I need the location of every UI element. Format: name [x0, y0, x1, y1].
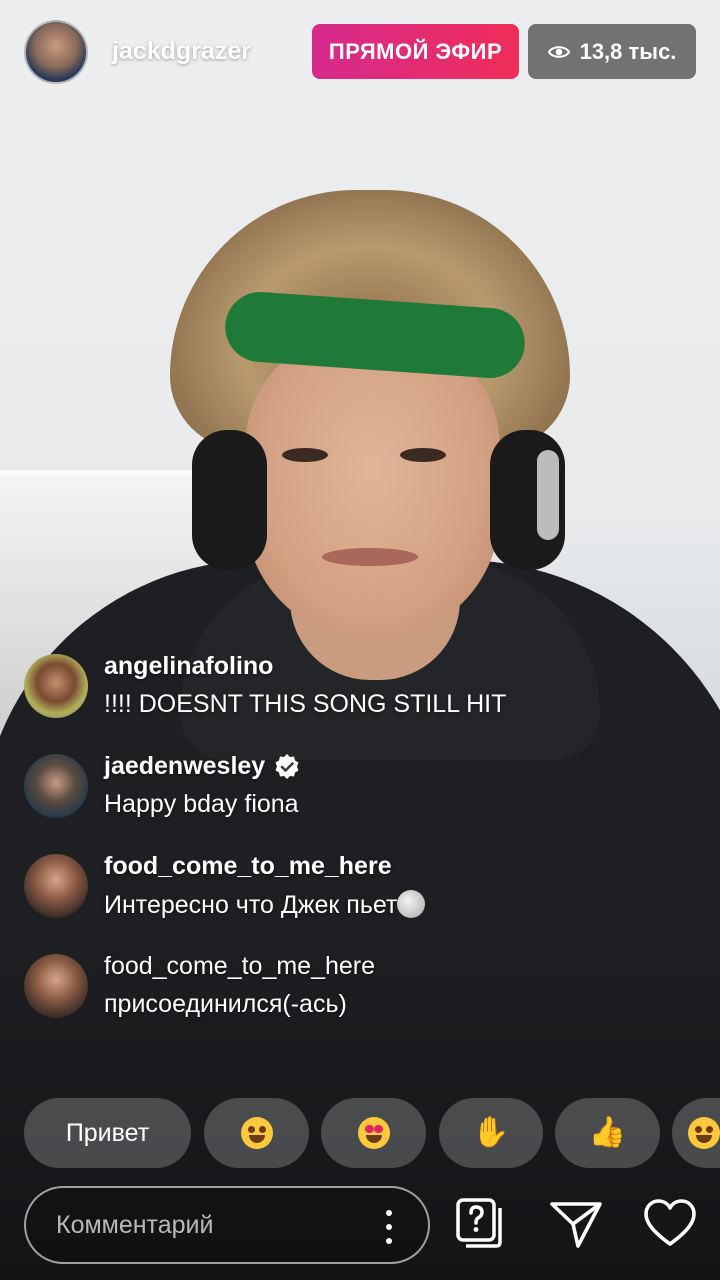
comment-item: angelinafolino !!!! DOESNT THIS SONG STI…: [24, 652, 696, 752]
quick-reply-text[interactable]: Привет: [24, 1098, 191, 1168]
comment-text: Интересно что Джек пьет: [104, 891, 398, 919]
commenter-avatar[interactable]: [24, 754, 88, 818]
comment-text-row: Интересно что Джек пьет: [104, 890, 426, 920]
live-header: jackdgrazer ПРЯМОЙ ЭФИР 13,8 тыс.: [24, 20, 696, 84]
question-icon: [456, 1198, 502, 1248]
thumbs-up-icon: 👍: [588, 1116, 627, 1149]
quick-reply-emoji[interactable]: [321, 1098, 426, 1168]
comment-feed: angelinafolino !!!! DOESNT THIS SONG STI…: [24, 652, 696, 1052]
host-avatar[interactable]: [24, 20, 88, 84]
comment-text: Happy bday fiona: [104, 790, 299, 818]
eye-icon: [547, 45, 570, 58]
join-text: присоединился(-ась): [104, 990, 347, 1018]
join-username[interactable]: food_come_to_me_here: [104, 952, 375, 981]
quick-reply-emoji[interactable]: ✋: [439, 1098, 543, 1168]
commenter-avatar[interactable]: [24, 854, 88, 918]
comment-composer[interactable]: [24, 1186, 430, 1264]
smiling-moon-emoji-icon: [397, 890, 426, 918]
face-with-tears-of-joy-icon: [688, 1117, 720, 1149]
comment-item: food_come_to_me_here Интересно что Джек …: [24, 852, 696, 952]
commenter-avatar[interactable]: [24, 654, 88, 718]
heart-icon: [644, 1199, 696, 1246]
comment-input[interactable]: [56, 1188, 356, 1262]
viewer-count-button[interactable]: 13,8 тыс.: [528, 24, 696, 79]
share-button[interactable]: [548, 1196, 604, 1252]
waving-hand-icon: ✋: [472, 1116, 510, 1149]
quick-reactions-row: Привет ✋ 👍: [24, 1098, 720, 1168]
verified-badge-icon: [275, 753, 299, 779]
comment-item: jaedenwesley Happy bday fiona: [24, 752, 696, 852]
more-options-icon[interactable]: [386, 1210, 392, 1244]
heart-eyes-icon: [357, 1117, 390, 1149]
join-notice: food_come_to_me_here присоединился(-ась): [24, 952, 696, 1052]
comment-username[interactable]: food_come_to_me_here: [104, 852, 392, 881]
question-button[interactable]: [452, 1196, 508, 1252]
quick-reply-emoji[interactable]: [672, 1098, 720, 1168]
comment-username[interactable]: jaedenwesley: [104, 752, 265, 781]
viewer-count: 13,8 тыс.: [579, 38, 677, 64]
comment-text: !!!! DOESNT THIS SONG STILL HIT: [104, 690, 507, 718]
comment-username-row[interactable]: jaedenwesley: [104, 752, 301, 781]
like-button[interactable]: [642, 1196, 698, 1252]
commenter-avatar[interactable]: [24, 954, 88, 1018]
send-icon: [550, 1202, 602, 1248]
comment-username[interactable]: angelinafolino: [104, 652, 273, 681]
face-with-tears-of-joy-icon: [240, 1117, 273, 1149]
live-badge: ПРЯМОЙ ЭФИР: [312, 24, 519, 79]
live-video-feed: [0, 0, 720, 1280]
quick-reply-emoji[interactable]: 👍: [555, 1098, 660, 1168]
quick-reply-emoji[interactable]: [204, 1098, 309, 1168]
host-username[interactable]: jackdgrazer: [112, 37, 251, 66]
